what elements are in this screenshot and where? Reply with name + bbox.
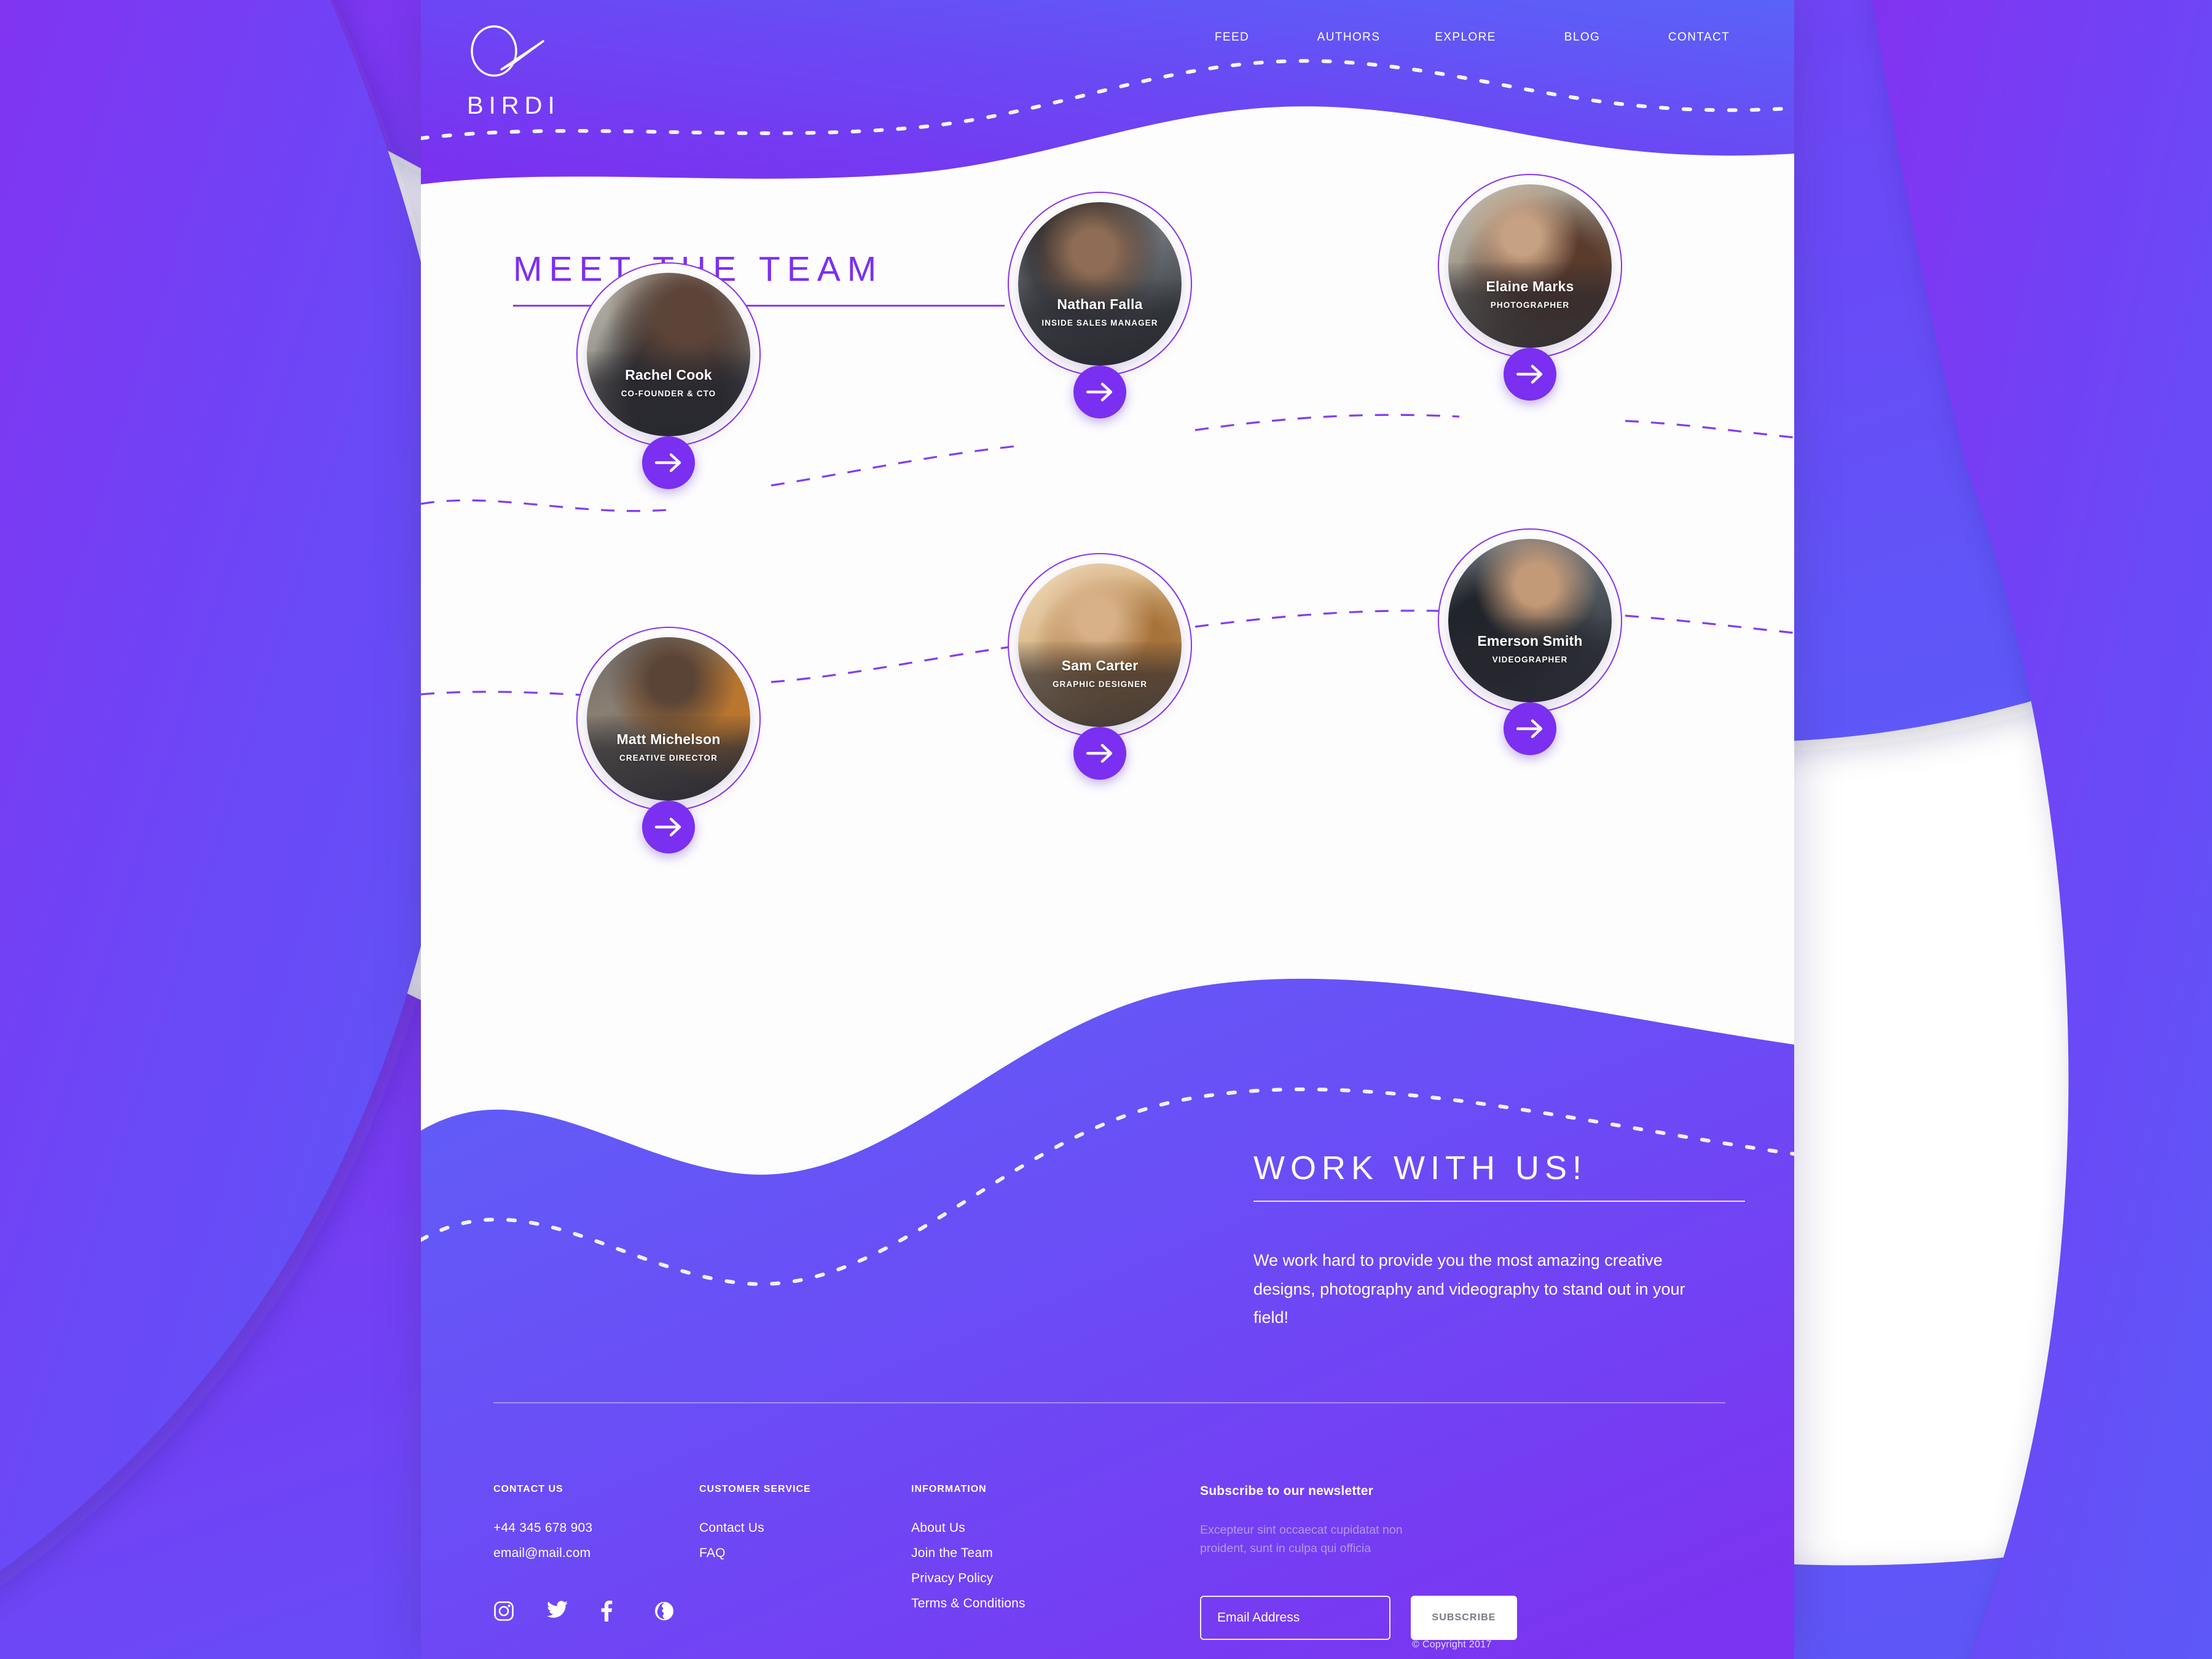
avatar: Nathan Falla INSIDE SALES MANAGER bbox=[1018, 202, 1182, 366]
bird-logo-icon bbox=[471, 25, 544, 77]
nav-item-contact[interactable]: CONTACT bbox=[1641, 27, 1757, 48]
work-with-us-block: WORK WITH US! We work hard to provide yo… bbox=[1253, 1149, 1745, 1332]
contact-email: email@mail.com bbox=[493, 1546, 591, 1560]
member-meta: Sam Carter GRAPHIC DESIGNER bbox=[1018, 657, 1182, 689]
member-details-button[interactable] bbox=[1073, 727, 1126, 780]
arrow-right-icon bbox=[1516, 364, 1543, 384]
member-name: Nathan Falla bbox=[1057, 296, 1143, 312]
footer-link-contact-us[interactable]: Contact Us bbox=[699, 1521, 811, 1535]
customer-service-links: Contact Us FAQ bbox=[699, 1521, 811, 1561]
subscribe-button[interactable]: SUBSCRIBE bbox=[1411, 1596, 1517, 1641]
arrow-right-icon bbox=[1516, 719, 1543, 739]
contact-phone: +44 345 678 903 bbox=[493, 1521, 593, 1535]
member-meta: Matt Michelson CREATIVE DIRECTOR bbox=[587, 731, 750, 763]
nav-item-authors[interactable]: AUTHORS bbox=[1290, 27, 1407, 48]
footer-link-terms-conditions[interactable]: Terms & Conditions bbox=[911, 1596, 1026, 1611]
member-meta: Nathan Falla INSIDE SALES MANAGER bbox=[1018, 296, 1182, 327]
member-details-button[interactable] bbox=[1504, 702, 1556, 755]
member-details-button[interactable] bbox=[642, 801, 695, 853]
footer-contact-details: +44 345 678 903 email@mail.com bbox=[493, 1521, 592, 1561]
brand-name: BIRDI bbox=[467, 92, 560, 119]
footer-divider bbox=[493, 1402, 1725, 1403]
work-with-us-body: We work hard to provide you the most ama… bbox=[1253, 1251, 1685, 1327]
globe-icon[interactable] bbox=[654, 1601, 675, 1622]
team-member-card[interactable]: Elaine Marks PHOTOGRAPHER bbox=[1438, 174, 1641, 432]
work-with-us-title: WORK WITH US! bbox=[1253, 1150, 1587, 1186]
footer-heading-customer-service: CUSTOMER SERVICE bbox=[699, 1484, 811, 1494]
avatar: Emerson Smith VIDEOGRAPHER bbox=[1448, 539, 1612, 702]
brand-logo[interactable]: BIRDI bbox=[467, 23, 596, 119]
member-name: Sam Carter bbox=[1061, 657, 1139, 673]
footer-column-contact: CONTACT US +44 345 678 903 email@mail.co… bbox=[493, 1484, 673, 1622]
site-footer: WORK WITH US! We work hard to provide yo… bbox=[421, 946, 1794, 1659]
team-member-card[interactable]: Sam Carter GRAPHIC DESIGNER bbox=[1008, 553, 1210, 811]
footer-heading-contact: CONTACT US bbox=[493, 1484, 563, 1494]
instagram-icon[interactable] bbox=[493, 1601, 514, 1622]
team-member-card[interactable]: Rachel Cook CO-FOUNDER & CTO bbox=[576, 262, 779, 520]
newsletter-form: SUBSCRIBE bbox=[1200, 1596, 1735, 1641]
member-role: GRAPHIC DESIGNER bbox=[1052, 680, 1148, 689]
team-member-card[interactable]: Matt Michelson CREATIVE DIRECTOR bbox=[576, 627, 779, 885]
avatar: Elaine Marks PHOTOGRAPHER bbox=[1448, 184, 1612, 348]
information-links: About Us Join the Team Privacy Policy Te… bbox=[911, 1521, 1026, 1611]
member-role: CO-FOUNDER & CTO bbox=[621, 389, 716, 398]
nav-item-explore[interactable]: EXPLORE bbox=[1407, 27, 1524, 48]
footer-link-about-us[interactable]: About Us bbox=[911, 1521, 1026, 1535]
screenshot-root: BIRDI FEED AUTHORS EXPLORE BLOG CONTACT … bbox=[0, 0, 2212, 1659]
arrow-right-icon bbox=[654, 453, 681, 473]
social-links bbox=[493, 1601, 675, 1622]
avatar: Rachel Cook CO-FOUNDER & CTO bbox=[587, 273, 750, 436]
arrow-right-icon bbox=[1086, 743, 1113, 763]
member-details-button[interactable] bbox=[1073, 366, 1126, 418]
member-role: INSIDE SALES MANAGER bbox=[1041, 318, 1158, 327]
arrow-right-icon bbox=[1086, 382, 1113, 402]
email-input[interactable] bbox=[1200, 1596, 1390, 1641]
newsletter-block: Subscribe to our newsletter Excepteur si… bbox=[1200, 1484, 1735, 1641]
member-name: Matt Michelson bbox=[616, 731, 721, 747]
avatar: Matt Michelson CREATIVE DIRECTOR bbox=[587, 637, 750, 801]
member-details-button[interactable] bbox=[1504, 348, 1556, 401]
website-page: BIRDI FEED AUTHORS EXPLORE BLOG CONTACT … bbox=[421, 0, 1794, 1659]
newsletter-heading: Subscribe to our newsletter bbox=[1200, 1484, 1373, 1498]
arrow-right-icon bbox=[654, 817, 681, 837]
member-name: Rachel Cook bbox=[625, 367, 712, 383]
team-member-card[interactable]: Nathan Falla INSIDE SALES MANAGER bbox=[1008, 192, 1210, 450]
member-meta: Rachel Cook CO-FOUNDER & CTO bbox=[587, 367, 750, 398]
nav-item-feed[interactable]: FEED bbox=[1174, 27, 1290, 48]
twitter-icon[interactable] bbox=[547, 1601, 568, 1622]
facebook-icon[interactable] bbox=[600, 1601, 621, 1622]
newsletter-description: Excepteur sint occaecat cupidatat non pr… bbox=[1200, 1523, 1403, 1556]
footer-link-faq[interactable]: FAQ bbox=[699, 1546, 811, 1561]
copyright-text: © Copyright 2017 bbox=[1412, 1639, 1492, 1650]
member-name: Emerson Smith bbox=[1477, 633, 1583, 649]
member-details-button[interactable] bbox=[642, 436, 695, 489]
team-member-card[interactable]: Emerson Smith VIDEOGRAPHER bbox=[1438, 528, 1641, 786]
member-role: PHOTOGRAPHER bbox=[1490, 300, 1570, 310]
member-role: VIDEOGRAPHER bbox=[1492, 655, 1568, 664]
nav-item-blog[interactable]: BLOG bbox=[1524, 27, 1641, 48]
footer-column-information: INFORMATION About Us Join the Team Priva… bbox=[911, 1484, 1026, 1622]
main-navigation: FEED AUTHORS EXPLORE BLOG CONTACT bbox=[1174, 27, 1757, 48]
member-meta: Elaine Marks PHOTOGRAPHER bbox=[1448, 278, 1612, 310]
site-header: BIRDI FEED AUTHORS EXPLORE BLOG CONTACT bbox=[421, 0, 1794, 203]
footer-heading-information: INFORMATION bbox=[911, 1484, 987, 1494]
footer-column-customer-service: CUSTOMER SERVICE Contact Us FAQ bbox=[699, 1484, 811, 1571]
work-title-underline bbox=[1253, 1201, 1745, 1202]
footer-link-join-the-team[interactable]: Join the Team bbox=[911, 1546, 1026, 1561]
member-meta: Emerson Smith VIDEOGRAPHER bbox=[1448, 633, 1612, 664]
member-role: CREATIVE DIRECTOR bbox=[619, 753, 718, 763]
footer-link-privacy-policy[interactable]: Privacy Policy bbox=[911, 1571, 1026, 1586]
avatar: Sam Carter GRAPHIC DESIGNER bbox=[1018, 563, 1182, 727]
member-name: Elaine Marks bbox=[1486, 278, 1574, 294]
